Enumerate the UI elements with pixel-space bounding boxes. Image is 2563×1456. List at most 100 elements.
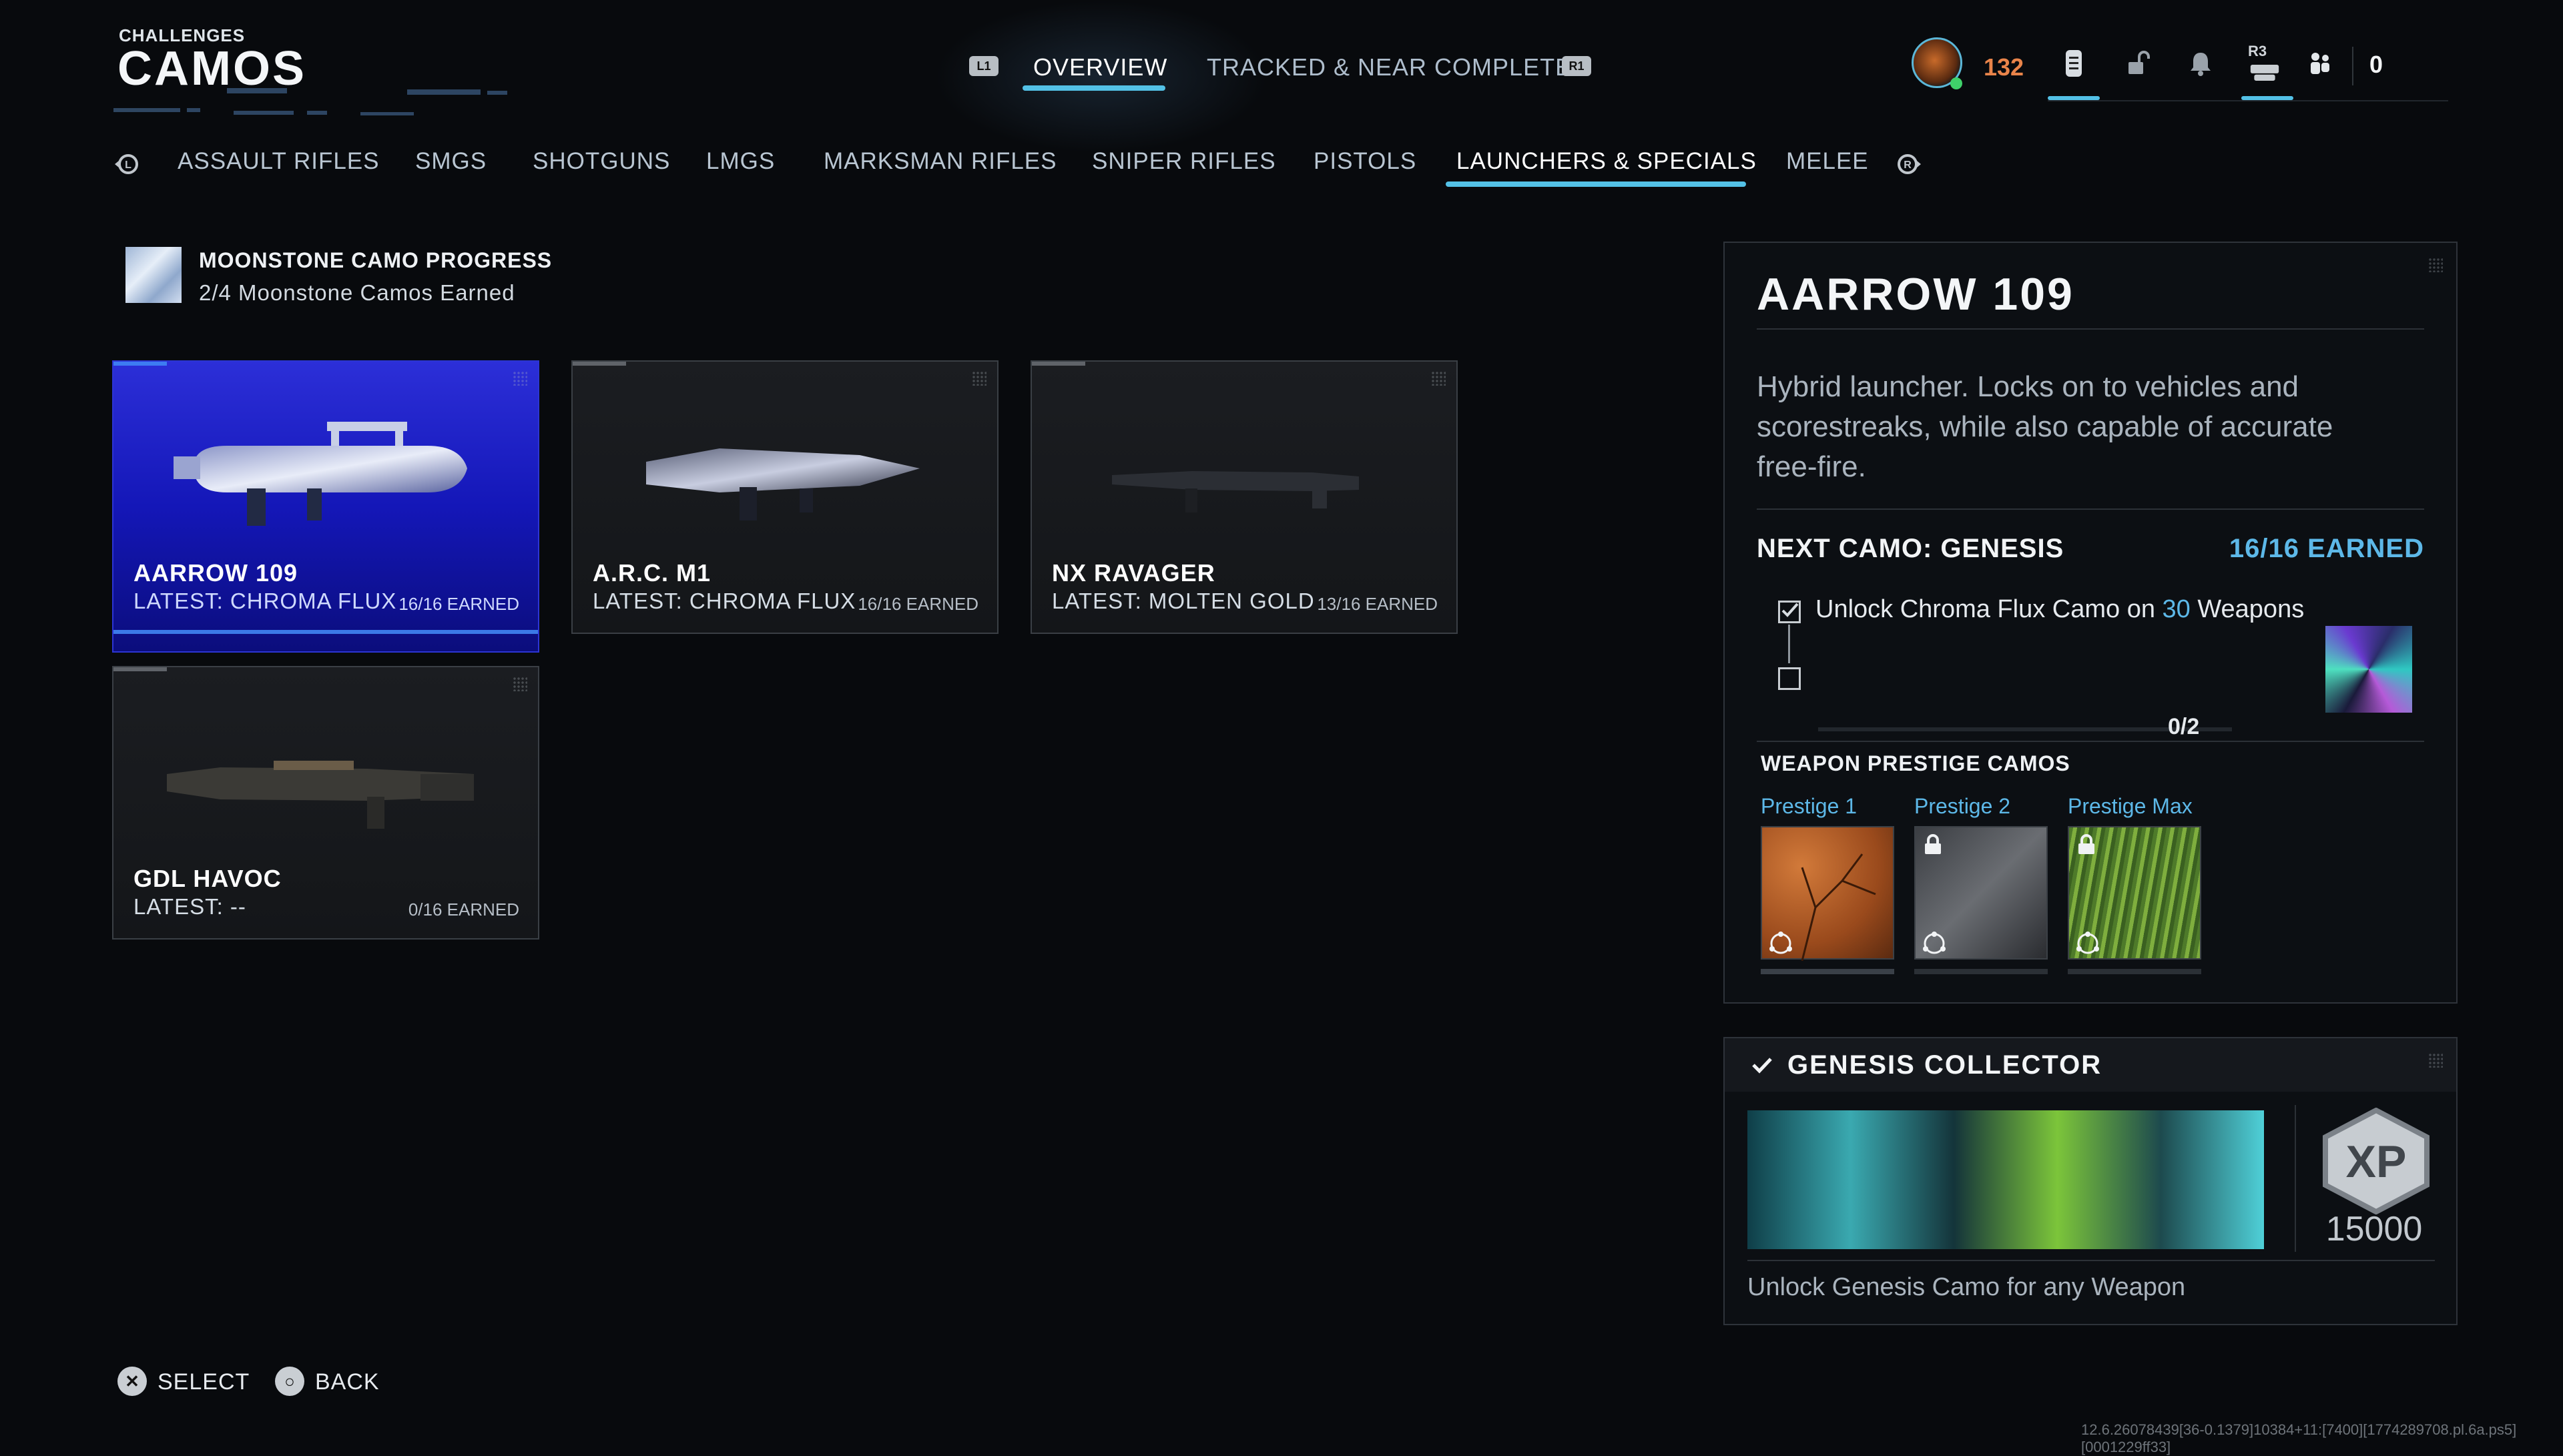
weapon-image-aarow-109 [174,422,467,526]
card-grid-icon [1431,371,1446,386]
weapon-image-gdl-havoc [167,761,474,829]
card-grid-icon [513,371,527,386]
unlock-icon[interactable] [2122,48,2153,79]
prestige-1-label: Prestige 1 [1761,794,1858,818]
genesis-collector-panel: GENESIS COLLECTOR XP 15000 Unlock Genesi… [1723,1037,2458,1325]
challenges-icon[interactable] [2058,48,2089,79]
cross-button-icon[interactable]: ✕ [117,1367,147,1396]
weapon-image-nx-ravager [1112,471,1359,512]
header-decoration [113,88,507,115]
detail-separator [1757,741,2424,742]
category-lmgs[interactable]: LMGS [706,148,775,175]
weapon-latest-camo: LATEST: CHROMA FLUX [593,589,856,613]
next-camo-earned: 16/16 EARNED [2229,534,2424,563]
detail-separator [1757,508,2424,510]
task-checkbox-checked [1778,601,1801,623]
panel-grid-icon [2428,1053,2443,1068]
weapon-progress-bar [113,630,538,634]
card-tag [113,362,167,366]
category-assault-rifles[interactable]: ASSAULT RIFLES [178,148,380,175]
tab-overview[interactable]: OVERVIEW [1033,53,1167,81]
category-smgs[interactable]: SMGS [415,148,487,175]
player-level: 132 [1984,53,2024,81]
card-grid-icon [972,371,986,386]
category-active-underline [1446,181,1746,187]
xp-badge-text: XP [2346,1136,2407,1187]
weapon-image-arc-m1 [646,448,920,520]
prestige-max-progress [2068,969,2201,974]
svg-text:L: L [125,159,131,171]
genesis-camo-preview [2325,626,2412,713]
friends-icon[interactable] [2305,48,2336,79]
header-divider [2352,47,2353,85]
weapon-latest-camo: LATEST: CHROMA FLUX [133,589,397,613]
detail-title: AARROW 109 [1757,269,2074,320]
weapon-earned-count: 16/16 EARNED [398,594,519,614]
category-sniper-rifles[interactable]: SNIPER RIFLES [1092,148,1276,175]
r1-bumper-icon[interactable]: R1 [1562,56,1591,76]
weapon-card-arc-m1[interactable]: A.R.C. M1 LATEST: CHROMA FLUX 16/16 EARN… [571,360,999,634]
category-launchers-specials[interactable]: LAUNCHERS & SPECIALS [1456,148,1757,175]
card-tag [113,667,167,671]
svg-text:R: R [1904,159,1912,171]
notification-count: 0 [2369,51,2383,78]
xp-value: 15000 [2325,1210,2423,1248]
moonstone-title: MOONSTONE CAMO PROGRESS [199,248,553,272]
category-marksman-rifles[interactable]: MARKSMAN RIFLES [824,148,1057,175]
collector-title: GENESIS COLLECTOR [1787,1050,2102,1080]
card-tag [1032,362,1085,366]
next-camo-label: NEXT CAMO: GENESIS [1757,534,2064,563]
weapon-earned-count: 0/16 EARNED [408,899,519,920]
notification-bell-icon[interactable] [2185,48,2216,79]
build-info: 12.6.26078439[36-0.1379]10384+11:[7400][… [2081,1421,2517,1455]
xp-badge-icon: XP [2316,1107,2436,1218]
select-label[interactable]: SELECT [158,1369,250,1395]
category-melee[interactable]: MELEE [1786,148,1869,175]
party-icon[interactable] [2249,57,2280,88]
category-shotguns[interactable]: SHOTGUNS [533,148,670,175]
card-tag [573,362,626,366]
lock-icon [2077,834,2096,859]
prestige-max-label: Prestige Max [2068,794,2193,818]
prestige-header: WEAPON PRESTIGE CAMOS [1761,751,2070,775]
genesis-camo-image [1747,1110,2264,1249]
task-connector [1788,625,1790,663]
tab-tracked-near-complete[interactable]: TRACKED & NEAR COMPLETE [1207,53,1572,81]
l1-bumper-icon[interactable]: L1 [969,56,999,76]
weapon-latest-camo: LATEST: -- [133,894,246,919]
circle-button-icon[interactable]: ○ [275,1367,304,1396]
task-description: Unlock Chroma Flux Camo on 30 Weapons [1815,595,2304,624]
moonstone-camo-icon [125,247,182,303]
weapon-earned-count: 13/16 EARNED [1317,594,1438,614]
collector-separator [1747,1260,2435,1261]
lock-icon [1924,834,1942,859]
weapon-detail-panel: AARROW 109 Hybrid launcher. Locks on to … [1723,242,2458,1004]
task-prefix: Unlock Chroma Flux Camo on [1815,595,2163,623]
weapon-card-nx-ravager[interactable]: NX RAVAGER LATEST: MOLTEN GOLD 13/16 EAR… [1031,360,1458,634]
prestige-emblem-icon [2073,929,2102,959]
weapon-card-aarow-109[interactable]: AARROW 109 LATEST: CHROMA FLUX 16/16 EAR… [112,360,539,653]
weapon-latest-camo: LATEST: MOLTEN GOLD [1052,589,1315,613]
collector-divider [2295,1105,2296,1252]
tab-overview-underline [1023,85,1165,91]
checkmark-icon [1751,1056,1773,1078]
panel-grid-icon [2428,258,2443,272]
header-rule [2048,100,2448,101]
prestige-emblem-icon [1766,929,1795,959]
prestige-2-label: Prestige 2 [1914,794,2011,818]
task-highlight: 30 [2162,595,2191,623]
weapon-earned-count: 16/16 EARNED [858,594,978,614]
category-pistols[interactable]: PISTOLS [1314,148,1416,175]
back-label[interactable]: BACK [315,1369,380,1395]
left-stick-icon[interactable]: L [113,152,140,176]
moonstone-progress: 2/4 Moonstone Camos Earned [199,280,515,305]
card-grid-icon [513,677,527,691]
prestige-2-progress [1914,969,2048,974]
weapon-card-gdl-havoc[interactable]: GDL HAVOC LATEST: -- 0/16 EARNED [112,666,539,940]
right-stick-icon[interactable]: R [1896,152,1922,176]
prestige-1-progress [1761,969,1894,974]
task-suffix: Weapons [2190,595,2305,623]
weapon-name: NX RAVAGER [1052,559,1215,587]
task-progress-text: 0/2 [2168,714,2200,739]
online-status-indicator [1950,77,1962,89]
